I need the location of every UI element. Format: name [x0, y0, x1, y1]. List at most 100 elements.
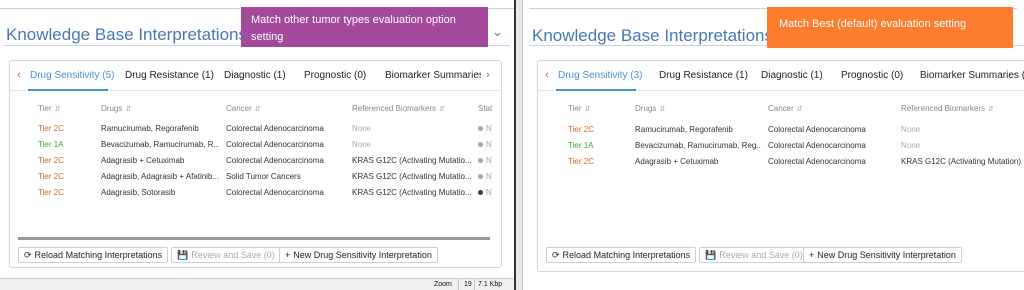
review-and-save-button[interactable]: 💾 Review and Save (0)	[699, 247, 809, 263]
cancer-cell: Colorectal Adenocarcinoma	[226, 124, 324, 133]
column-header-tier[interactable]: Tier ⇵	[568, 104, 590, 113]
tab-prognostic[interactable]: Prognostic (0)	[841, 70, 903, 81]
tier-label: Tier 2C	[38, 188, 64, 197]
column-header-status[interactable]: Stat	[478, 104, 500, 113]
column-header-drugs[interactable]: Drugs ⇵	[101, 104, 131, 113]
column-header-label: Tier	[568, 104, 582, 113]
button-label: Reload Matching Interpretations	[34, 250, 163, 260]
chevron-down-icon[interactable]: ⌄	[492, 24, 503, 40]
drugs-cell: Ramucirumab, Regorafenib	[101, 124, 199, 133]
tab-bar: ‹ Drug Sensitivity (5) Drug Resistance (…	[10, 61, 501, 91]
chevron-right-icon[interactable]: ›	[486, 69, 490, 81]
column-header-label: Drugs	[101, 104, 123, 113]
left-screenshot-panel: Knowledge Base Interpretations Match oth…	[0, 0, 514, 290]
status-dot	[478, 174, 483, 179]
button-label: Reload Matching Interpretations	[562, 250, 691, 260]
right-screenshot-panel: Knowledge Base Interpretations Match Bes…	[523, 0, 1024, 290]
drugs-cell: Adagrasib, Sotorasib	[101, 188, 176, 197]
cancer-cell: Colorectal Adenocarcinoma	[768, 125, 866, 134]
status-dot	[478, 158, 483, 163]
biomarkers-cell: KRAS G12C (Activating Mutatio...	[352, 156, 472, 165]
button-label: New Drug Sensitivity Interpretation	[293, 250, 432, 260]
reload-matching-button[interactable]: ⟳ Reload Matching Interpretations	[18, 247, 169, 263]
column-header-cancer[interactable]: Cancer ⇵	[768, 104, 803, 113]
status-cell: N	[486, 156, 492, 165]
top-rule	[488, 8, 514, 9]
new-interpretation-button[interactable]: + New Drug Sensitivity Interpretation	[803, 247, 962, 263]
save-icon: 💾	[177, 250, 189, 260]
chevron-left-icon[interactable]: ‹	[17, 69, 21, 81]
tier-label: Tier 2C	[38, 172, 64, 181]
tier-label: Tier 2C	[568, 125, 594, 134]
biomarkers-cell: KRAS G12C (Activating Mutatio...	[352, 188, 472, 197]
biomarkers-cell: KRAS G12C (Activating Mutatio...	[352, 172, 472, 181]
reload-icon: ⟳	[552, 250, 560, 260]
tier-label: Tier 2C	[38, 124, 64, 133]
cancer-cell: Solid Tumor Cancers	[226, 172, 301, 181]
tier-label: Tier 2C	[568, 157, 594, 166]
cancer-cell: Colorectal Adenocarcinoma	[226, 188, 324, 197]
zoom-label: Zoom	[434, 281, 452, 288]
save-icon: 💾	[705, 250, 717, 260]
plus-icon: +	[285, 250, 291, 260]
drugs-cell: Ramucirumab, Regorafenib	[635, 125, 733, 134]
column-header-cancer[interactable]: Cancer ⇵	[226, 104, 261, 113]
reload-icon: ⟳	[24, 250, 32, 260]
chevron-left-icon[interactable]: ‹	[545, 69, 549, 81]
status-dot	[478, 126, 483, 131]
tab-drug-sensitivity[interactable]: Drug Sensitivity (5)	[30, 70, 114, 81]
tab-biomarker-summaries[interactable]: Biomarker Summaries (1	[385, 70, 481, 81]
tab-drug-resistance[interactable]: Drug Resistance (1)	[125, 70, 214, 81]
column-header-referenced-biomarkers[interactable]: Referenced Biomarkers ⇵	[901, 104, 994, 113]
status-cell: N	[486, 140, 492, 149]
drugs-cell: Adagrasib, Adagrasib + Afatinib...	[101, 172, 219, 181]
active-tab-indicator	[556, 89, 636, 91]
column-header-tier[interactable]: Tier ⇵	[38, 104, 60, 113]
sort-icon: ⇵	[659, 106, 666, 113]
cancer-cell: Colorectal Adenocarcinoma	[226, 156, 324, 165]
button-label: Review and Save (0)	[191, 250, 275, 260]
tab-biomarker-summaries[interactable]: Biomarker Summaries (1)	[920, 70, 1024, 81]
tab-diagnostic[interactable]: Diagnostic (1)	[761, 70, 823, 81]
horizontal-scrollbar[interactable]	[18, 237, 490, 240]
status-cell: N	[486, 172, 492, 181]
sort-icon: ⇵	[125, 106, 132, 113]
sort-icon: ⇵	[796, 106, 803, 113]
column-header-label: Cancer	[768, 104, 794, 113]
tier-label: Tier 1A	[568, 141, 594, 150]
new-interpretation-button[interactable]: + New Drug Sensitivity Interpretation	[279, 247, 438, 263]
annotation-callout: Match Best (default) evaluation setting	[767, 7, 1013, 48]
drugs-cell: Bevacizumab, Ramucirumab, R...	[101, 140, 219, 149]
status-bar: Zoom 19 7.1 Kbp	[0, 278, 514, 290]
biomarkers-cell: None	[901, 125, 921, 134]
sort-icon: ⇵	[584, 106, 591, 113]
tab-drug-sensitivity[interactable]: Drug Sensitivity (3)	[558, 70, 642, 81]
tab-bar: ‹ Drug Sensitivity (3) Drug Resistance (…	[538, 61, 1024, 91]
column-header-label: Cancer	[226, 104, 252, 113]
status-cell: N	[486, 188, 492, 197]
tab-drug-resistance[interactable]: Drug Resistance (1)	[659, 70, 748, 81]
button-label: Review and Save (0)	[719, 250, 803, 260]
biomarkers-cell: None	[352, 140, 372, 149]
tier-label: Tier 2C	[38, 156, 64, 165]
status-separator	[458, 279, 459, 290]
sequence-size: 7.1 Kbp	[478, 281, 503, 288]
annotation-callout: Match other tumor types evaluation optio…	[241, 7, 488, 47]
column-header-drugs[interactable]: Drugs ⇵	[635, 104, 665, 113]
column-header-referenced-biomarkers[interactable]: Referenced Biomarkers ⇵	[352, 104, 445, 113]
drugs-cell: Adagrasib + Cetuximab	[635, 157, 719, 166]
sort-icon: ⇵	[254, 106, 261, 113]
interpretations-card: ‹ Drug Sensitivity (3) Drug Resistance (…	[537, 60, 1024, 272]
section-title: Knowledge Base Interpretations	[6, 25, 247, 44]
tab-prognostic[interactable]: Prognostic (0)	[304, 70, 366, 81]
tier-label: Tier 1A	[38, 140, 64, 149]
cancer-cell: Colorectal Adenocarcinoma	[226, 140, 324, 149]
button-label: New Drug Sensitivity Interpretation	[817, 250, 956, 260]
reload-matching-button[interactable]: ⟳ Reload Matching Interpretations	[546, 247, 697, 263]
biomarkers-cell: None	[352, 124, 372, 133]
section-title: Knowledge Base Interpretations	[532, 26, 773, 45]
top-rule	[0, 8, 240, 9]
cancer-cell: Colorectal Adenocarcinoma	[768, 157, 866, 166]
review-and-save-button[interactable]: 💾 Review and Save (0)	[171, 247, 281, 263]
tab-diagnostic[interactable]: Diagnostic (1)	[224, 70, 286, 81]
